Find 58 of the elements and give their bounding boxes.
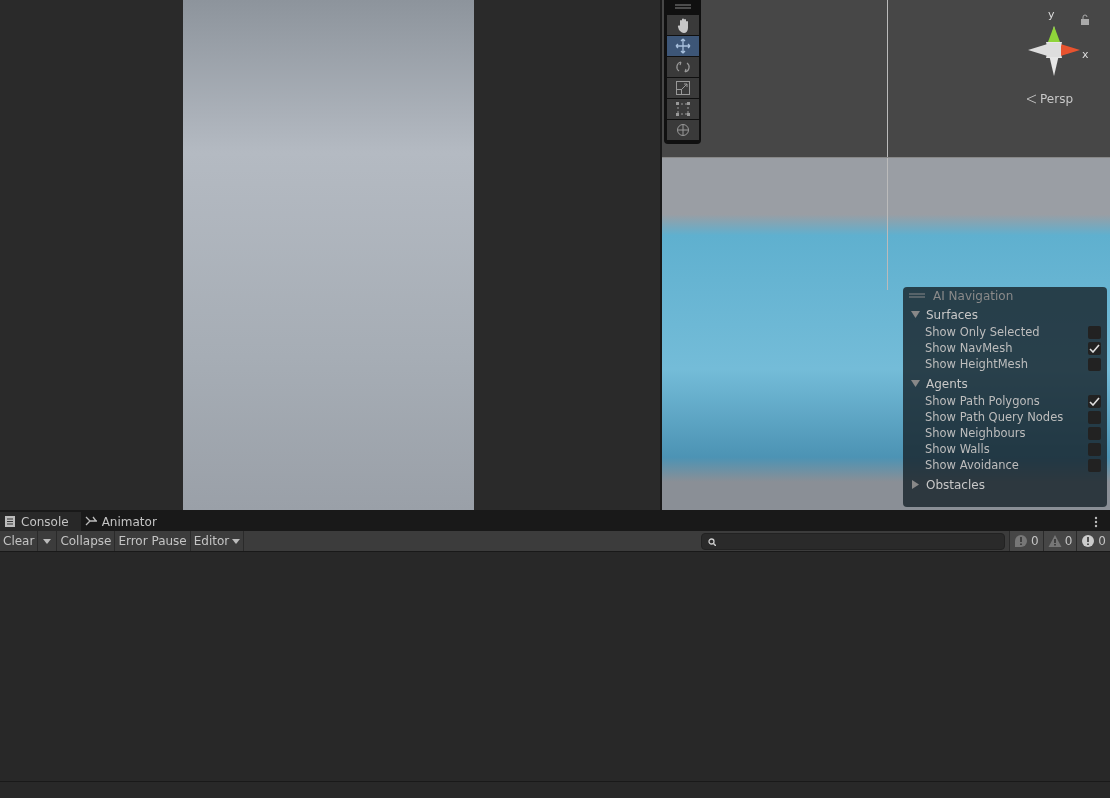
more-options-icon[interactable] (1094, 515, 1098, 528)
collapsed-triangle-icon (911, 480, 920, 489)
tool-button[interactable] (666, 120, 699, 140)
section-foldout[interactable]: Obstacles (909, 475, 985, 494)
panel-tab[interactable]: Console (0, 512, 81, 531)
option-label: Show HeightMesh (925, 357, 1028, 371)
rect-tool-icon (674, 101, 691, 117)
animator-icon (84, 515, 97, 528)
section-foldout[interactable]: Agents (909, 374, 968, 393)
tool-button[interactable] (666, 15, 699, 35)
option-label: Show Path Polygons (925, 394, 1040, 408)
checkbox[interactable] (1088, 426, 1101, 440)
console-icon (4, 515, 16, 528)
option-label: Show NavMesh (925, 341, 1013, 355)
drag-handle-icon[interactable] (674, 4, 691, 9)
caret-icon (43, 538, 52, 544)
clear-button[interactable]: Clear (0, 531, 39, 551)
expanded-triangle-icon (911, 379, 920, 388)
projection-toggle[interactable]: Persp (1026, 92, 1073, 106)
checkbox[interactable] (1088, 325, 1101, 339)
search-icon (708, 537, 717, 546)
tool-button[interactable] (666, 78, 699, 98)
checkbox[interactable] (1088, 458, 1101, 472)
checkbox[interactable] (1088, 394, 1101, 408)
message-count-toggle[interactable]: 0 (1076, 531, 1110, 551)
lock-icon[interactable] (1080, 14, 1090, 25)
option-label: Show Only Selected (925, 325, 1040, 339)
tool-button[interactable] (666, 36, 699, 56)
axis-label: y (1048, 8, 1055, 21)
option-label: Show Walls (925, 442, 990, 456)
option-label: Show Path Query Nodes (925, 410, 1064, 424)
transform-icon (674, 122, 691, 138)
scale-icon (674, 80, 691, 96)
checkbox[interactable] (1088, 357, 1101, 371)
warning-icon (1047, 534, 1062, 548)
option-label: Show Neighbours (925, 426, 1026, 440)
section-foldout[interactable]: Surfaces (909, 305, 978, 324)
option-label: Show Avoidance (925, 458, 1019, 472)
move-arrows-icon (674, 38, 691, 54)
message-count-toggle[interactable]: 0 (1042, 531, 1077, 551)
search-field[interactable] (701, 533, 1006, 550)
checkbox[interactable] (1088, 442, 1101, 456)
checkmark-icon (1089, 396, 1100, 406)
chevron-icon (1026, 94, 1037, 104)
checkmark-icon (1089, 343, 1100, 353)
drag-handle-icon[interactable] (909, 293, 925, 298)
info-icon (1014, 534, 1029, 548)
checkbox[interactable] (1088, 341, 1101, 355)
caret-icon (232, 538, 241, 544)
rotate-icon (674, 59, 691, 75)
panel-title: AI Navigation (933, 288, 1014, 303)
tool-button[interactable] (666, 57, 699, 77)
error-icon (1081, 534, 1096, 548)
expanded-triangle-icon (911, 310, 920, 319)
checkbox[interactable] (1088, 410, 1101, 424)
axis-label: x (1082, 48, 1089, 61)
tool-button[interactable] (666, 99, 699, 119)
message-count-toggle[interactable]: 0 (1009, 531, 1043, 551)
